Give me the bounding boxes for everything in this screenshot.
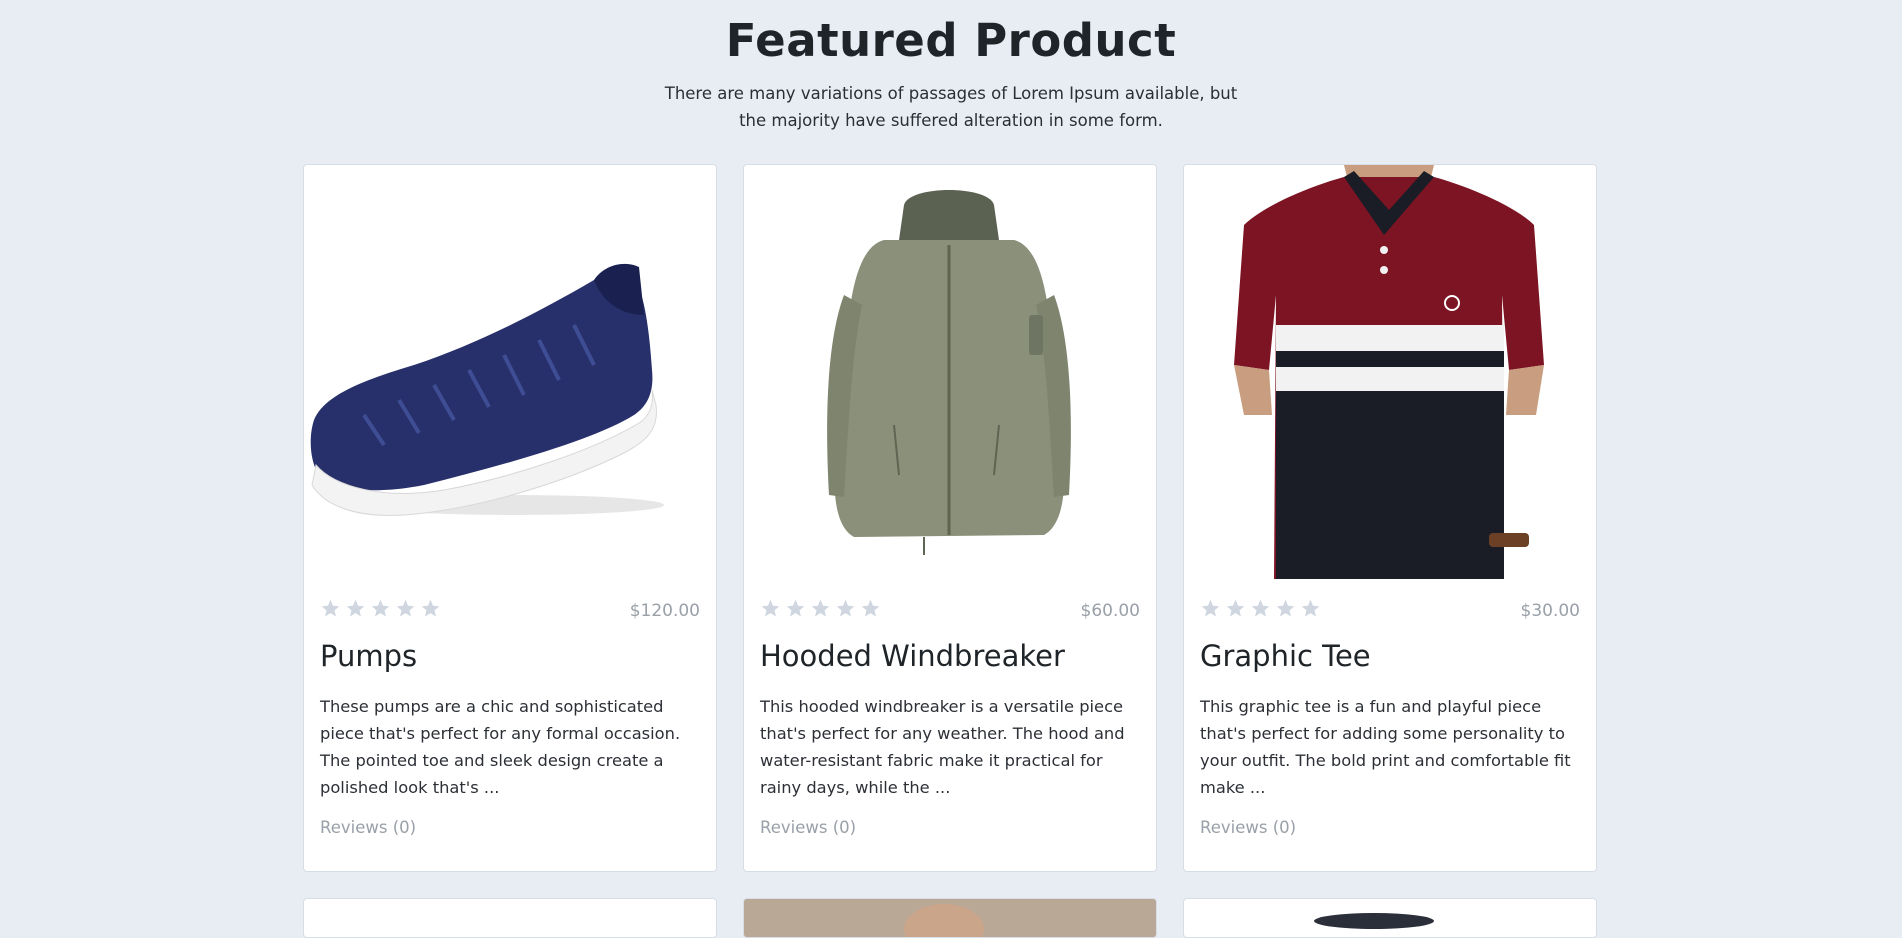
star-icon [1301, 599, 1320, 617]
section-title: Featured Product [725, 14, 1177, 67]
product-description: These pumps are a chic and sophisticated… [320, 697, 681, 797]
star-icon [786, 599, 805, 617]
star-icon [836, 599, 855, 617]
product-image-partial [1314, 913, 1434, 929]
star-icon [1251, 599, 1270, 617]
star-icon [371, 599, 390, 617]
star-icon [321, 599, 340, 617]
product-card-next-row[interactable] [303, 898, 717, 938]
featured-product-section: Featured Product There are many variatio… [0, 0, 1902, 938]
product-image-pumps[interactable] [304, 165, 716, 579]
rating-stars [760, 598, 881, 624]
reviews-link[interactable]: Reviews (0) [1200, 818, 1296, 837]
star-icon [1226, 599, 1245, 617]
star-icon [346, 599, 365, 617]
product-title[interactable]: Graphic Tee [1200, 639, 1371, 673]
star-icon [1201, 599, 1220, 617]
star-icon [396, 599, 415, 617]
rating-stars [1200, 598, 1321, 624]
reviews-link[interactable]: Reviews (0) [760, 818, 856, 837]
section-subtitle: There are many variations of passages of… [664, 84, 1238, 130]
product-card-next-row[interactable] [743, 898, 1157, 938]
product-description: This graphic tee is a fun and playful pi… [1200, 697, 1571, 797]
star-icon [421, 599, 440, 617]
product-card-graphic-tee[interactable]: $30.00 Graphic Tee This graphic tee is a… [1183, 164, 1597, 872]
product-card-hooded-windbreaker[interactable]: $60.00 Hooded Windbreaker This hooded wi… [743, 164, 1157, 872]
product-image-hooded-windbreaker[interactable] [744, 165, 1156, 579]
product-card-next-row[interactable] [1183, 898, 1597, 938]
star-icon [761, 599, 780, 617]
star-icon [1276, 599, 1295, 617]
product-price: $60.00 [1080, 601, 1140, 621]
product-image-partial [744, 899, 1156, 937]
rating-stars [320, 598, 441, 624]
product-description: This hooded windbreaker is a versatile p… [760, 697, 1125, 797]
star-icon [811, 599, 830, 617]
reviews-link[interactable]: Reviews (0) [320, 818, 416, 837]
product-card-pumps[interactable]: $120.00 Pumps These pumps are a chic and… [303, 164, 717, 872]
product-title[interactable]: Pumps [320, 639, 417, 673]
product-price: $30.00 [1520, 601, 1580, 621]
product-price: $120.00 [629, 601, 700, 621]
star-icon [861, 599, 880, 617]
product-image-graphic-tee[interactable] [1184, 165, 1596, 579]
product-title[interactable]: Hooded Windbreaker [760, 639, 1065, 673]
